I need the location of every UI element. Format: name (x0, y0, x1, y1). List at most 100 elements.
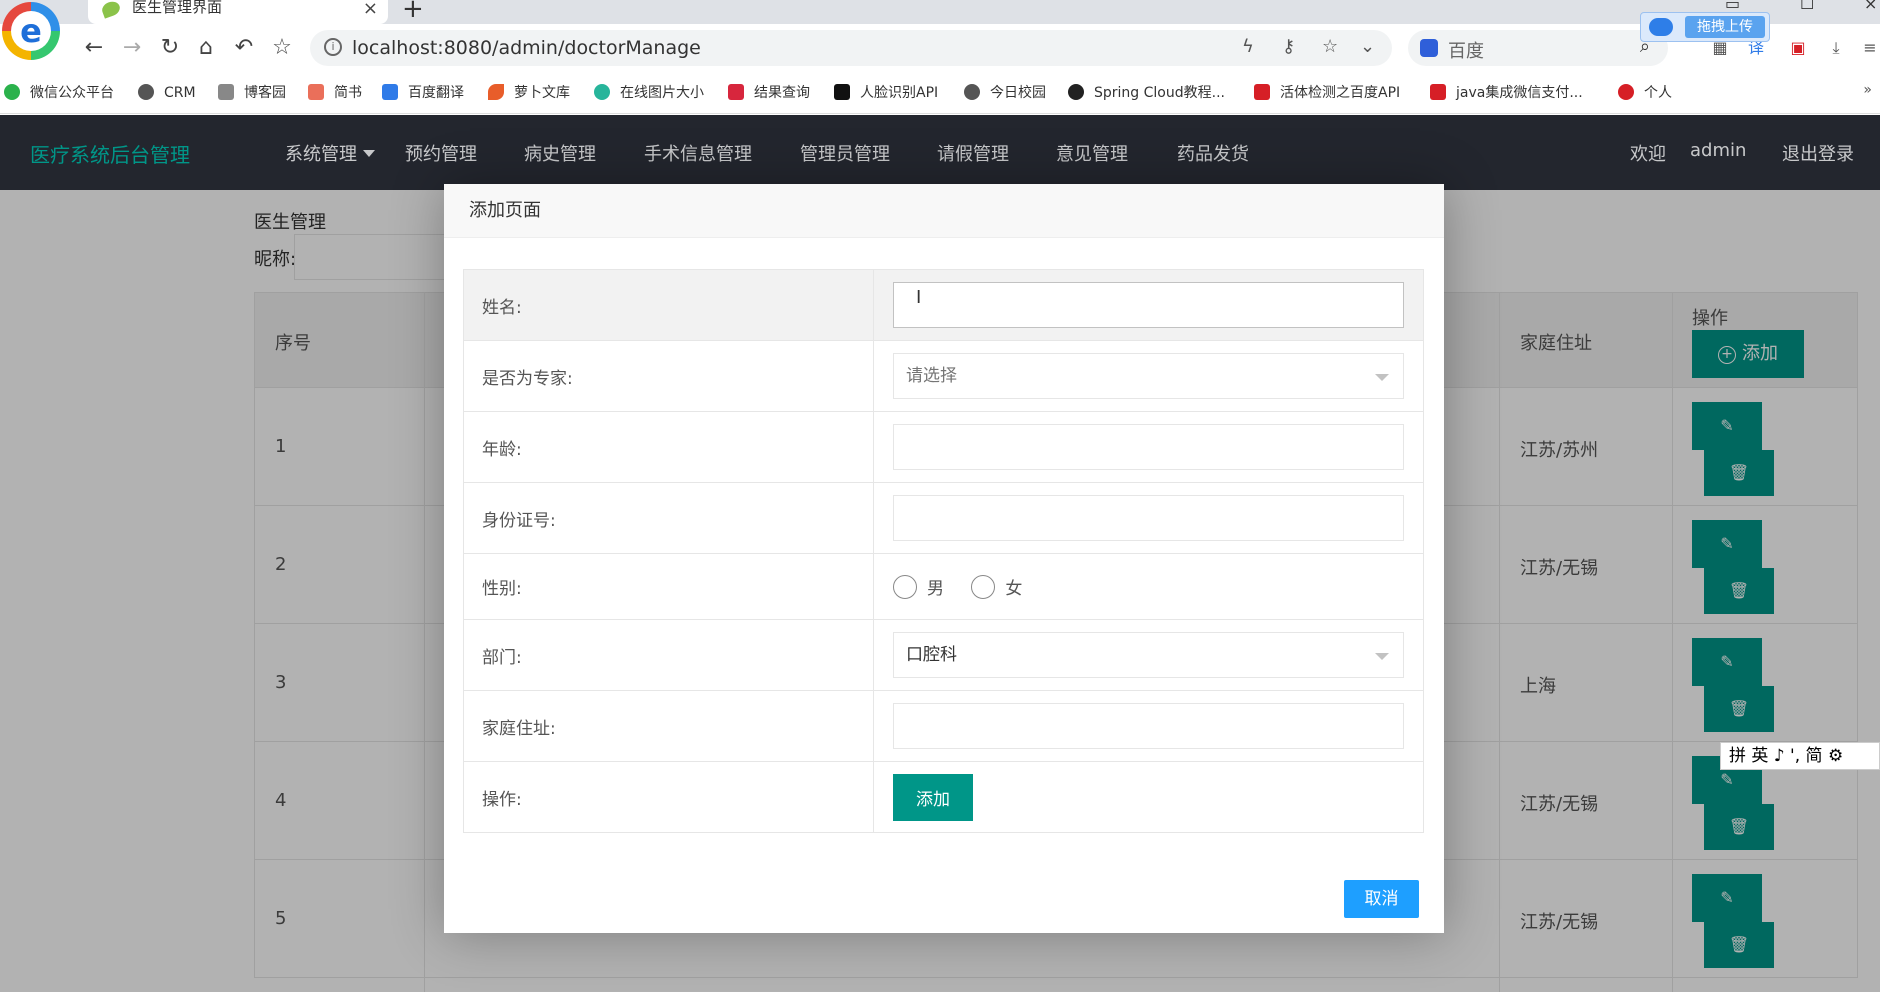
form-row-idcard: 身份证号: (463, 482, 1424, 554)
tab-close-icon[interactable]: × (363, 0, 378, 19)
age-input[interactable] (893, 424, 1404, 470)
menu-surgery[interactable]: 手术信息管理 (644, 140, 752, 166)
search-box[interactable]: 百度 ⌕ (1408, 30, 1668, 66)
new-tab-button[interactable]: + (402, 0, 424, 24)
menu-medicine[interactable]: 药品发货 (1177, 140, 1249, 166)
translate-icon (382, 84, 398, 100)
upload-button[interactable]: 拖拽上传 (1640, 12, 1770, 42)
idcard-label: 身份证号: (463, 482, 874, 554)
baidu-icon (1420, 39, 1438, 57)
blog-icon (218, 84, 234, 100)
carrot-icon (488, 84, 504, 100)
bookmark-item[interactable]: 结果查询 (728, 83, 810, 103)
bookmark-star-icon[interactable]: ☆ (1322, 36, 1338, 57)
bookmark-item[interactable]: java集成微信支付... (1430, 83, 1583, 103)
female-label[interactable]: 女 (1005, 574, 1022, 599)
ime-toolbar[interactable]: 拼 英 ♪ ', 简 ⚙ (1720, 742, 1880, 770)
form-row-gender: 性别: 男 女 (463, 553, 1424, 620)
download-icon[interactable]: ⤓ (1826, 38, 1846, 58)
lightning-icon[interactable]: ϟ (1242, 36, 1254, 57)
operation-label: 操作: (463, 761, 874, 833)
menu-system[interactable]: 系统管理 (285, 140, 375, 166)
bookmarks-more-icon[interactable]: » (1863, 82, 1872, 98)
bookmarks-bar: 微信公众平台 CRM 博客园 简书 百度翻译 萝卜文库 在线图片大小 结果查询 … (0, 72, 1880, 114)
maximize-icon[interactable]: ☐ (1800, 0, 1814, 13)
dropdown-arrow-icon (1375, 653, 1389, 660)
menu-leave[interactable]: 请假管理 (937, 140, 1009, 166)
form-row-address: 家庭住址: (463, 690, 1424, 762)
browser-toolbar: ← → ↻ ⌂ ↶ ☆ i localhost:8080/admin/docto… (0, 24, 1880, 72)
bookmark-item[interactable]: 博客园 (218, 83, 286, 103)
submit-add-button[interactable]: 添加 (893, 773, 973, 821)
github-icon (1068, 84, 1084, 100)
jianshu-icon (308, 84, 324, 100)
gear-icon (594, 84, 610, 100)
add-doctor-dialog: 添加页面 姓名: I 是否为专家: 请选择 年龄: 身份证号: 性别: 男 女 … (444, 184, 1444, 933)
bookmark-item[interactable]: CRM (138, 83, 196, 103)
home-icon[interactable]: ⌂ (192, 34, 220, 62)
csdn-icon (1430, 84, 1446, 100)
pdf-icon[interactable]: ▣ (1788, 38, 1808, 58)
globe-icon (138, 84, 154, 100)
bookmark-item[interactable]: 百度翻译 (382, 83, 464, 103)
bookmark-item[interactable]: 个人 (1618, 83, 1672, 103)
bookmark-item[interactable]: 今日校园 (964, 83, 1046, 103)
bookmark-item[interactable]: 人脸识别API (834, 83, 938, 103)
undo-icon[interactable]: ↶ (230, 34, 258, 62)
back-icon[interactable]: ← (80, 34, 108, 62)
gender-male-radio[interactable] (893, 574, 917, 599)
cancel-button[interactable]: 取消 (1344, 880, 1419, 918)
info-icon[interactable]: i (324, 38, 342, 56)
five-icon (728, 84, 744, 100)
key-icon[interactable]: ⚷ (1282, 36, 1295, 57)
form-row-name: 姓名: I (463, 269, 1424, 341)
male-label[interactable]: 男 (927, 574, 944, 599)
forward-icon[interactable]: → (118, 34, 146, 62)
chevron-down-icon[interactable]: ⌄ (1360, 36, 1375, 57)
ai-icon (834, 84, 850, 100)
search-placeholder: 百度 (1448, 41, 1484, 62)
bookmark-item[interactable]: 活体检测之百度API (1254, 83, 1400, 103)
name-input[interactable]: I (893, 282, 1404, 328)
globe-icon (964, 84, 980, 100)
text-cursor-icon: I (916, 287, 922, 308)
user-name[interactable]: admin (1690, 140, 1746, 161)
form-row-operation: 操作: 添加 (463, 761, 1424, 833)
age-label: 年龄: (463, 411, 874, 483)
menu-admin[interactable]: 管理员管理 (800, 140, 890, 166)
bookmark-item[interactable]: Spring Cloud教程... (1068, 83, 1225, 103)
form-row-age: 年龄: (463, 411, 1424, 483)
bookmark-item[interactable]: 微信公众平台 (4, 83, 114, 103)
gender-female-radio[interactable] (971, 574, 996, 599)
brand-title[interactable]: 医疗系统后台管理 (30, 139, 190, 168)
csdn-icon (1254, 84, 1270, 100)
expert-select[interactable]: 请选择 (893, 353, 1404, 399)
menu-feedback[interactable]: 意见管理 (1056, 140, 1128, 166)
dialog-title: 添加页面 (444, 184, 1444, 238)
star-icon[interactable]: ☆ (268, 34, 296, 62)
address-input[interactable] (893, 703, 1404, 749)
upload-label: 拖拽上传 (1685, 16, 1765, 38)
browser-tabbar: 医生管理界面 × + ▭ ☐ × (0, 0, 1880, 24)
menu-icon[interactable]: ≡ (1860, 38, 1880, 58)
leaf-favicon-icon (100, 0, 122, 19)
menu-history[interactable]: 病史管理 (524, 140, 596, 166)
url-text: localhost:8080/admin/doctorManage (352, 37, 701, 59)
name-label: 姓名: (463, 269, 874, 341)
bookmark-item[interactable]: 在线图片大小 (594, 83, 704, 103)
tab-title: 医生管理界面 (132, 0, 223, 16)
address-bar[interactable]: i localhost:8080/admin/doctorManage ϟ ⚷ … (310, 30, 1392, 66)
department-select[interactable]: 口腔科 (893, 632, 1404, 678)
menu-appointment[interactable]: 预约管理 (405, 140, 477, 166)
window-close-icon[interactable]: × (1864, 0, 1877, 13)
bookmark-item[interactable]: 简书 (308, 83, 362, 103)
bookmark-item[interactable]: 萝卜文库 (488, 83, 570, 103)
add-form: 姓名: I 是否为专家: 请选择 年龄: 身份证号: 性别: 男 女 部门: 口… (463, 269, 1424, 833)
logout-link[interactable]: 退出登录 (1782, 140, 1854, 166)
app-header: 医疗系统后台管理 系统管理 预约管理 病史管理 手术信息管理 管理员管理 请假管… (0, 115, 1880, 190)
idcard-input[interactable] (893, 495, 1404, 541)
reload-icon[interactable]: ↻ (156, 34, 184, 62)
address-label: 家庭住址: (463, 690, 874, 762)
personal-icon (1618, 84, 1634, 100)
browser-tab[interactable]: 医生管理界面 × (88, 0, 388, 24)
